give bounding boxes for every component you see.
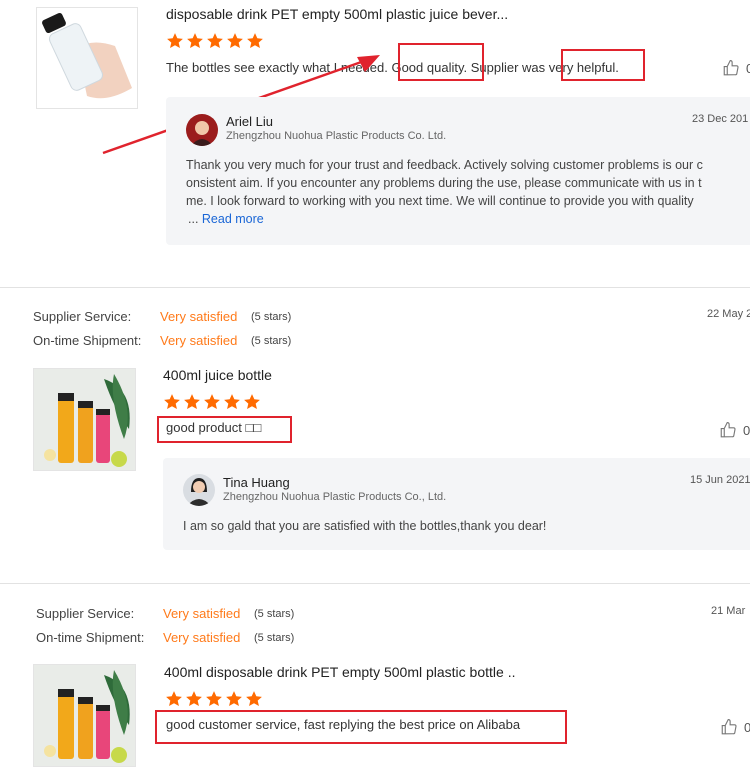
like-button[interactable]: 0 bbox=[719, 421, 750, 439]
ontime-shipment-label: On-time Shipment: bbox=[33, 333, 142, 348]
replier-company: Zhengzhou Nuohua Plastic Products Co., L… bbox=[223, 491, 447, 503]
star-icon bbox=[187, 33, 203, 49]
star-icon bbox=[246, 691, 262, 707]
like-count: 0 bbox=[746, 60, 750, 76]
reply-date: 23 Dec 201 bbox=[692, 113, 749, 125]
product-title[interactable]: 400ml disposable drink PET empty 500ml p… bbox=[164, 664, 515, 680]
like-button[interactable]: 0 bbox=[722, 59, 750, 77]
thumbs-up-icon bbox=[721, 718, 737, 735]
reply-text-line: me. I look forward to working with you n… bbox=[186, 194, 694, 208]
star-icon bbox=[184, 394, 200, 410]
annotation-box bbox=[157, 416, 292, 443]
star-icon bbox=[247, 33, 263, 49]
star-icon bbox=[164, 394, 180, 410]
annotation-box bbox=[155, 710, 567, 744]
avatar bbox=[183, 474, 215, 506]
thumbs-up-icon bbox=[720, 421, 736, 438]
reply-text: I am so gald that you are satisfied with… bbox=[183, 519, 547, 533]
avatar bbox=[186, 114, 218, 146]
replier-name: Ariel Liu bbox=[226, 114, 273, 129]
star-icon bbox=[204, 394, 220, 410]
ontime-shipment-label: On-time Shipment: bbox=[36, 630, 145, 645]
supplier-reply: Tina Huang Zhengzhou Nuohua Plastic Prod… bbox=[163, 458, 750, 550]
ontime-shipment-value: Very satisfied bbox=[163, 630, 241, 645]
ontime-shipment-stars: (5 stars) bbox=[251, 335, 292, 347]
ellipsis: ... bbox=[188, 212, 199, 226]
ontime-shipment-stars: (5 stars) bbox=[254, 632, 295, 644]
product-thumbnail[interactable] bbox=[33, 368, 136, 471]
ontime-shipment-value: Very satisfied bbox=[160, 333, 238, 348]
review-divider bbox=[0, 287, 750, 288]
supplier-service-value: Very satisfied bbox=[163, 606, 241, 621]
product-thumbnail[interactable] bbox=[33, 664, 136, 767]
juice-bottles-image bbox=[34, 369, 135, 470]
thumbs-up-icon bbox=[723, 59, 739, 76]
reply-text-line: Thank you very much for your trust and f… bbox=[186, 158, 703, 172]
star-icon bbox=[166, 691, 182, 707]
reply-text-line: onsistent aim. If you encounter any prob… bbox=[186, 176, 702, 190]
juice-bottles-image bbox=[34, 665, 135, 766]
replier-company: Zhengzhou Nuohua Plastic Products Co. Lt… bbox=[226, 130, 447, 142]
supplier-service-value: Very satisfied bbox=[160, 309, 238, 324]
star-icon bbox=[224, 394, 240, 410]
rating-stars bbox=[166, 32, 264, 50]
star-icon bbox=[227, 33, 243, 49]
supplier-service-label: Supplier Service: bbox=[33, 309, 132, 324]
annotation-box bbox=[398, 43, 484, 81]
star-icon bbox=[206, 691, 222, 707]
review-divider bbox=[0, 583, 750, 584]
rating-stars bbox=[165, 690, 263, 708]
reply-read-more-row: ... Read more bbox=[188, 210, 264, 228]
reply-date: 15 Jun 2021 bbox=[690, 474, 750, 486]
supplier-reply: Ariel Liu Zhengzhou Nuohua Plastic Produ… bbox=[166, 97, 750, 245]
star-icon bbox=[226, 691, 242, 707]
star-icon bbox=[167, 33, 183, 49]
supplier-service-stars: (5 stars) bbox=[254, 608, 295, 620]
read-more-link[interactable]: Read more bbox=[202, 212, 264, 226]
review-date: 21 Mar bbox=[711, 605, 746, 617]
star-icon bbox=[244, 394, 260, 410]
product-title[interactable]: 400ml juice bottle bbox=[163, 367, 272, 383]
like-button[interactable]: 0 bbox=[720, 718, 750, 736]
star-icon bbox=[186, 691, 202, 707]
annotation-box bbox=[561, 49, 645, 81]
star-icon bbox=[207, 33, 223, 49]
supplier-service-stars: (5 stars) bbox=[251, 311, 292, 323]
rating-stars bbox=[163, 393, 261, 411]
replier-name: Tina Huang bbox=[223, 475, 290, 490]
review-date: 22 May 2 bbox=[707, 308, 750, 320]
supplier-service-label: Supplier Service: bbox=[36, 606, 135, 621]
like-count: 0 bbox=[743, 422, 750, 438]
product-title[interactable]: disposable drink PET empty 500ml plastic… bbox=[166, 6, 508, 22]
like-count: 0 bbox=[744, 719, 750, 735]
